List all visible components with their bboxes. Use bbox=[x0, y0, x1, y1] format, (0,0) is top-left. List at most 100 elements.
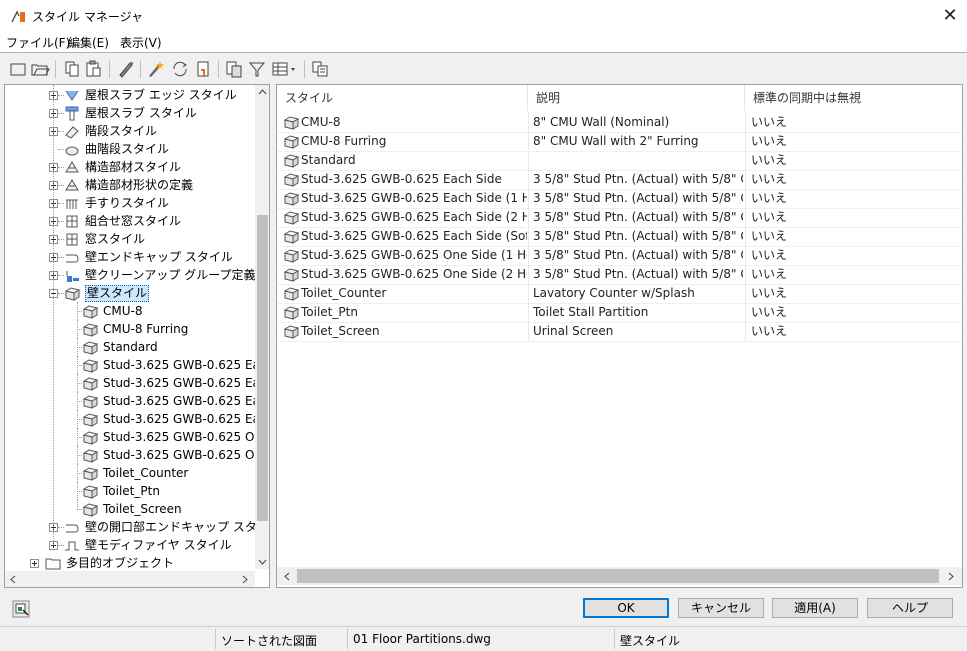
tree-item[interactable]: 屋根スラブ エッジ スタイル bbox=[5, 86, 255, 104]
table-row[interactable]: Toilet_Screen Urinal Screen いいえ bbox=[277, 322, 961, 342]
tree-item[interactable]: 構造部材形状の定義 bbox=[5, 176, 255, 194]
cancel-button[interactable]: キャンセル bbox=[678, 598, 764, 618]
menu-file[interactable]: ファイル(F) bbox=[6, 34, 70, 51]
tree-item[interactable]: 窓スタイル bbox=[5, 230, 255, 248]
cell-description: 8" CMU Wall with 2" Furring bbox=[533, 134, 699, 148]
new-style-icon[interactable] bbox=[146, 59, 166, 79]
tree-child-item[interactable]: Stud-3.625 GWB-0.625 Each bbox=[5, 356, 269, 374]
expand-icon[interactable] bbox=[30, 559, 39, 568]
new-drawing-icon[interactable] bbox=[8, 59, 28, 79]
tree-child-item[interactable]: CMU-8 bbox=[5, 302, 255, 320]
tree-item[interactable]: 壁クリーンアップ グループ定義 bbox=[5, 266, 256, 284]
column-divider bbox=[528, 111, 529, 341]
tree-item[interactable]: 壁エンドキャップ スタイル bbox=[5, 248, 255, 266]
close-button[interactable]: ✕ bbox=[938, 4, 962, 28]
tree-item[interactable]: 壁の開口部エンドキャップ スタイル bbox=[5, 518, 269, 536]
tree-item[interactable]: 多目的オブジェクト bbox=[5, 554, 255, 572]
tree-item-label: 手すりスタイル bbox=[85, 196, 170, 210]
tree-child-item[interactable]: Stud-3.625 GWB-0.625 Each bbox=[5, 410, 269, 428]
scroll-down-icon[interactable] bbox=[258, 558, 267, 566]
tree-horizontal-scrollbar[interactable] bbox=[5, 571, 255, 587]
style-tree[interactable]: 屋根スラブ エッジ スタイル 屋根スラブ スタイル 階段スタイル 曲階段スタイル 構造部… bbox=[4, 84, 270, 588]
open-drawing-icon[interactable] bbox=[30, 59, 50, 79]
wall-cleanup-icon bbox=[66, 271, 79, 282]
table-row[interactable]: Toilet_Counter Lavatory Counter w/Splash い… bbox=[277, 284, 961, 304]
folder-icon bbox=[45, 558, 61, 570]
stair-icon bbox=[65, 126, 79, 139]
tree-child-item[interactable]: Toilet_Screen bbox=[5, 500, 255, 518]
show-display-icon[interactable] bbox=[12, 600, 30, 618]
table-row[interactable]: Stud-3.625 GWB-0.625 Each Side (2 Hour) 3… bbox=[277, 208, 961, 228]
tree-child-item[interactable]: Standard bbox=[5, 338, 255, 356]
tree-item-label: 壁クリーンアップ グループ定義 bbox=[85, 268, 256, 282]
tree-item[interactable]: 組合せ窓スタイル bbox=[5, 212, 255, 230]
cell-ignore-sync: いいえ bbox=[751, 267, 788, 281]
tree-scroll-thumb[interactable] bbox=[257, 215, 268, 521]
menu-edit[interactable]: 編集(E) bbox=[68, 34, 109, 51]
tree-child-item[interactable]: Toilet_Ptn bbox=[5, 482, 255, 500]
tree-item[interactable]: 手すりスタイル bbox=[5, 194, 255, 212]
view-options-icon[interactable] bbox=[270, 59, 298, 79]
table-row[interactable]: Stud-3.625 GWB-0.625 One Side (2 Hour) 3 … bbox=[277, 265, 961, 285]
wall-icon bbox=[82, 323, 98, 337]
apply-button[interactable]: 適用(A) bbox=[772, 598, 858, 618]
tree-item[interactable]: 壁スタイル bbox=[5, 284, 255, 302]
copy-icon[interactable] bbox=[62, 59, 82, 79]
wall-style-icon bbox=[283, 173, 299, 187]
wall-style-icon bbox=[283, 211, 299, 225]
cell-style-name: CMU-8 Furring bbox=[301, 134, 387, 148]
synchronize-icon[interactable] bbox=[170, 59, 190, 79]
filter-icon[interactable] bbox=[247, 59, 267, 79]
cell-ignore-sync: いいえ bbox=[751, 248, 788, 262]
table-row[interactable]: Stud-3.625 GWB-0.625 Each Side (Soffit) 3… bbox=[277, 227, 961, 247]
help-button[interactable]: ヘルプ bbox=[867, 598, 953, 618]
cell-style-name: Stud-3.625 GWB-0.625 Each Side (2 Hour) bbox=[301, 210, 527, 224]
tree-item[interactable]: 曲階段スタイル bbox=[5, 140, 255, 158]
tree-child-item[interactable]: Toilet_Counter bbox=[5, 464, 255, 482]
wall-style-icon bbox=[283, 249, 299, 263]
column-header-description[interactable]: 説明 bbox=[528, 85, 745, 111]
tree-child-item[interactable]: Stud-3.625 GWB-0.625 One S bbox=[5, 446, 269, 464]
scroll-left-icon[interactable] bbox=[9, 575, 17, 584]
standards-icon[interactable] bbox=[193, 59, 213, 79]
scroll-right-icon[interactable] bbox=[241, 575, 249, 584]
table-row[interactable]: Stud-3.625 GWB-0.625 Each Side 3 5/8" Stu… bbox=[277, 170, 961, 190]
tree-item[interactable]: 壁モディファイヤ スタイル bbox=[5, 536, 255, 554]
table-row[interactable]: Standard いいえ bbox=[277, 151, 961, 171]
scroll-right-icon[interactable] bbox=[947, 572, 955, 581]
paste-icon[interactable] bbox=[84, 59, 104, 79]
list-scroll-thumb[interactable] bbox=[297, 569, 939, 583]
purge-icon[interactable] bbox=[116, 59, 136, 79]
tree-item-label: CMU-8 bbox=[103, 304, 143, 318]
menu-view[interactable]: 表示(V) bbox=[120, 34, 162, 51]
ok-button[interactable]: OK bbox=[583, 598, 669, 618]
tree-item-label: 構造部材形状の定義 bbox=[85, 178, 194, 192]
cell-ignore-sync: いいえ bbox=[751, 305, 788, 319]
tree-child-item[interactable]: CMU-8 Furring bbox=[5, 320, 255, 338]
column-header-style[interactable]: スタイル bbox=[277, 85, 528, 111]
tree-item[interactable]: 屋根スラブ スタイル bbox=[5, 104, 255, 122]
tree-child-item[interactable]: Stud-3.625 GWB-0.625 Each bbox=[5, 392, 269, 410]
table-row[interactable]: Stud-3.625 GWB-0.625 One Side (1 Hour) 3 … bbox=[277, 246, 961, 266]
scroll-left-icon[interactable] bbox=[283, 572, 291, 581]
edit-style-icon[interactable] bbox=[224, 59, 244, 79]
table-row[interactable]: CMU-8 Furring 8" CMU Wall with 2" Furring… bbox=[277, 132, 961, 152]
table-row[interactable]: Stud-3.625 GWB-0.625 Each Side (1 Hour) 3… bbox=[277, 189, 961, 209]
scroll-up-icon[interactable] bbox=[258, 88, 267, 96]
tree-child-item[interactable]: Stud-3.625 GWB-0.625 One S bbox=[5, 428, 269, 446]
status-divider bbox=[614, 629, 615, 649]
tree-child-item[interactable]: Stud-3.625 GWB-0.625 Each bbox=[5, 374, 269, 392]
column-header-ignore-sync[interactable]: 標準の同期中は無視 bbox=[745, 85, 961, 111]
curved-stair-icon bbox=[65, 146, 79, 156]
tree-item[interactable]: 階段スタイル bbox=[5, 122, 255, 140]
style-list[interactable]: スタイル 説明 標準の同期中は無視 CMU-8 8" CMU Wall (Nomi… bbox=[276, 84, 963, 588]
table-row[interactable]: CMU-8 8" CMU Wall (Nominal) いいえ bbox=[277, 113, 961, 133]
cell-ignore-sync: いいえ bbox=[751, 153, 788, 167]
tree-item[interactable]: 構造部材スタイル bbox=[5, 158, 255, 176]
toggle-view-icon[interactable] bbox=[310, 59, 330, 79]
wall-style-icon bbox=[283, 325, 299, 339]
table-row[interactable]: Toilet_Ptn Toilet Stall Partition いいえ bbox=[277, 303, 961, 323]
title-bar: スタイル マネージャ ✕ bbox=[0, 0, 967, 32]
tree-item-label: Stud-3.625 GWB-0.625 Each bbox=[103, 412, 270, 426]
tree-item-label: 屋根スラブ スタイル bbox=[85, 106, 197, 120]
